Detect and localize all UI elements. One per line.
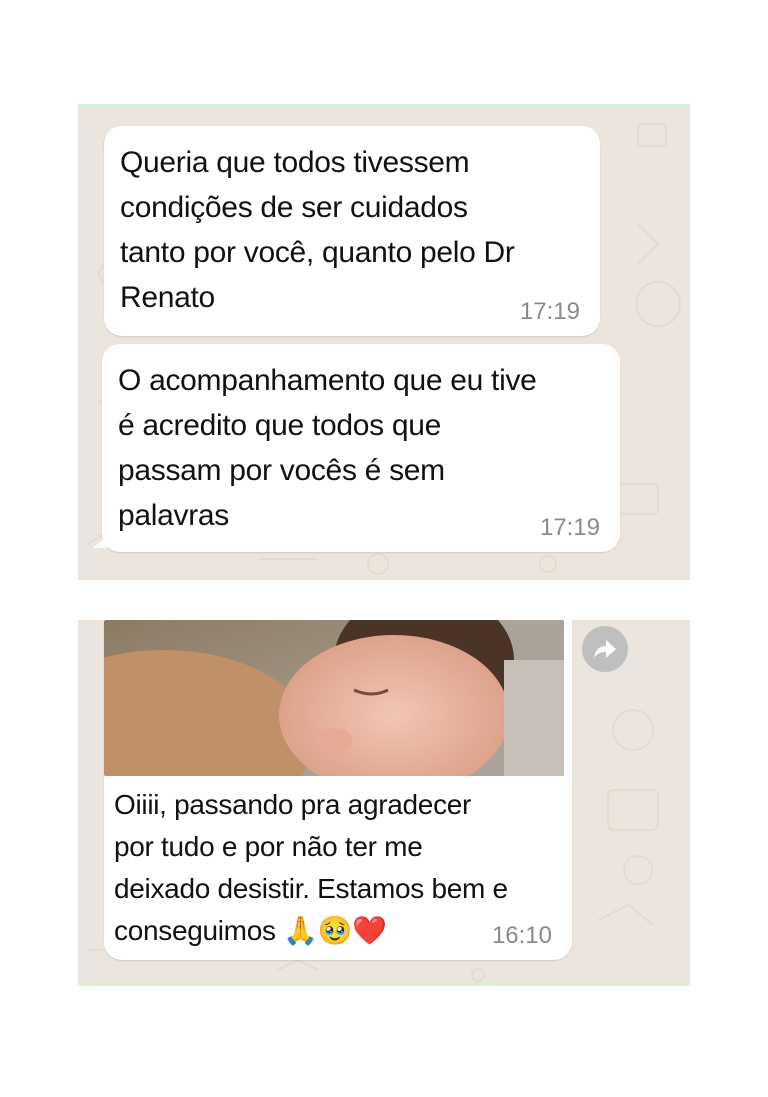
message-text: Queria que todos tivessem condições de s… <box>120 146 515 314</box>
message-time: 16:10 <box>491 922 552 949</box>
message-time: 17:19 <box>539 514 600 541</box>
message-time: 17:19 <box>519 298 580 325</box>
message-bubble[interactable]: Oiiii, passando pra agradecer por tudo e… <box>104 620 572 960</box>
message-text: O acompanhamento que eu tive é acredito … <box>118 364 537 532</box>
bubble-tail <box>93 536 107 548</box>
message-text: Oiiii, passando pra agradecer por tudo e… <box>114 789 508 946</box>
forward-icon[interactable] <box>582 626 628 672</box>
message-bubble[interactable]: Queria que todos tivessem condições de s… <box>104 126 600 336</box>
sleeping-baby-photo[interactable] <box>104 620 564 776</box>
chat-screenshot-2: Oiiii, passando pra agradecer por tudo e… <box>78 620 690 986</box>
chat-screenshot-1: Queria que todos tivessem condições de s… <box>78 104 690 580</box>
message-bubble[interactable]: O acompanhamento que eu tive é acredito … <box>93 344 620 552</box>
